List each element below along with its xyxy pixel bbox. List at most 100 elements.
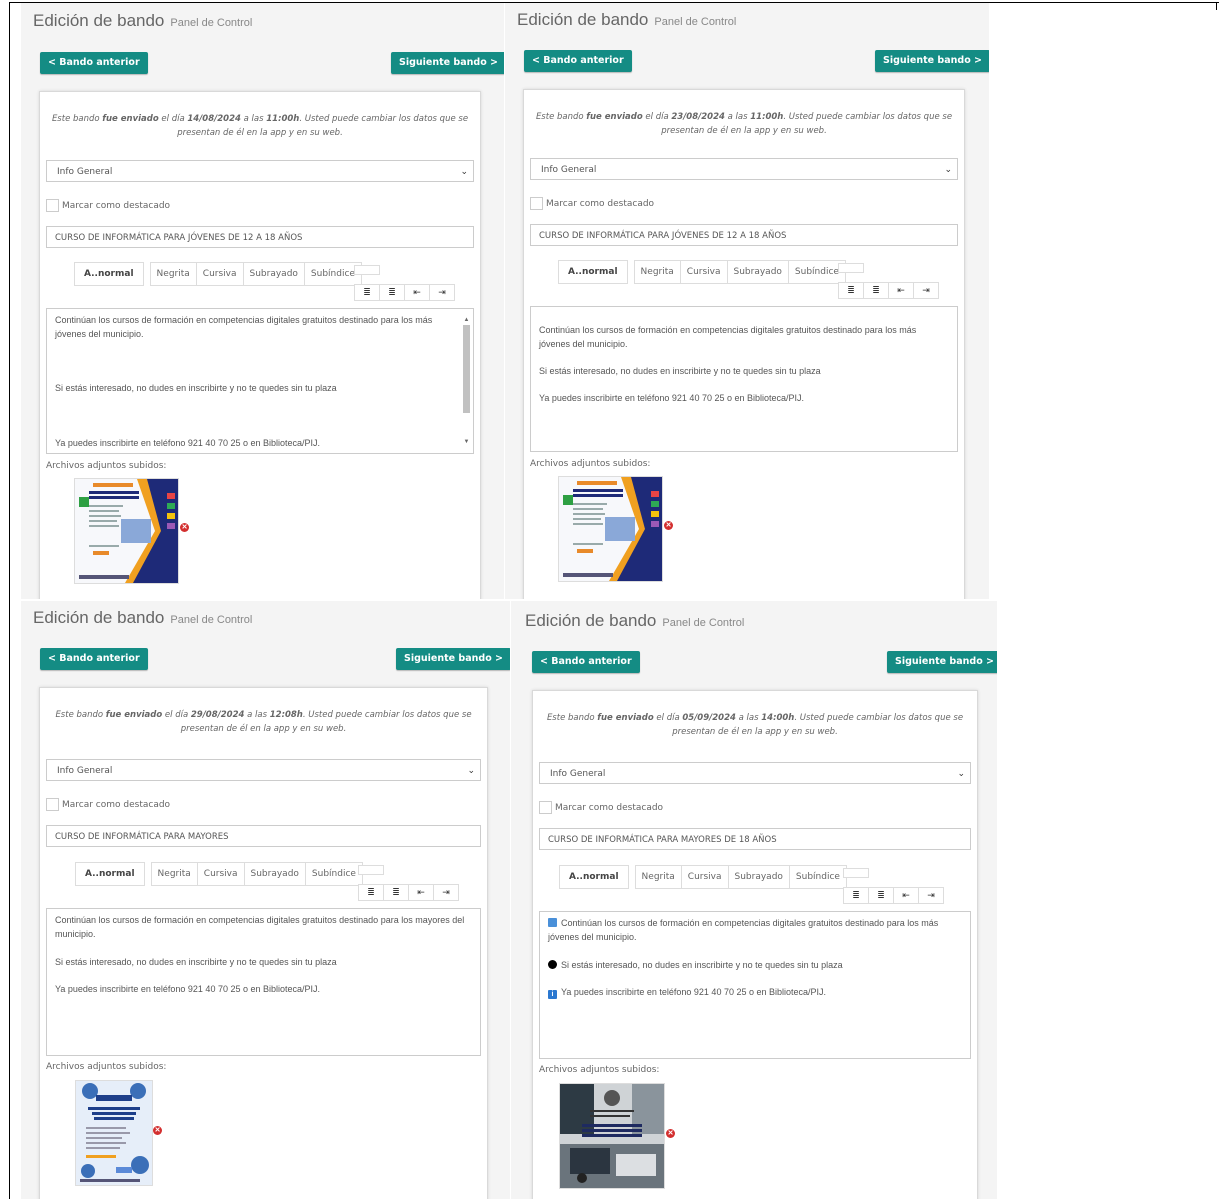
bold-button[interactable]: Negrita <box>150 862 198 886</box>
underline-button[interactable]: Subrayado <box>242 262 305 286</box>
font-size-dropdown[interactable]: A..normal <box>558 260 628 284</box>
color-picker-button[interactable] <box>843 868 869 878</box>
page-title: Edición de bando <box>33 608 165 627</box>
attachments-label: Archivos adjuntos subidos: <box>46 461 167 471</box>
category-select[interactable]: Info General ⌄ <box>530 158 958 180</box>
color-picker-button[interactable] <box>358 865 384 875</box>
bold-button[interactable]: Negrita <box>149 262 197 286</box>
featured-checkbox-row[interactable]: Marcar como destacado <box>539 801 663 814</box>
underline-button[interactable]: Subrayado <box>243 862 306 886</box>
next-bando-button[interactable]: Siguiente bando > <box>875 50 989 72</box>
remove-attachment-icon[interactable]: ✕ <box>666 1129 675 1138</box>
underline-button[interactable]: Subrayado <box>726 260 789 284</box>
subscript-button[interactable]: Subíndice <box>788 865 847 889</box>
bold-button[interactable]: Negrita <box>633 260 681 284</box>
outdent-icon[interactable]: ⇤ <box>893 887 919 904</box>
italic-button[interactable]: Cursiva <box>679 260 728 284</box>
featured-checkbox-row[interactable]: Marcar como destacado <box>46 798 170 811</box>
scroll-thumb[interactable] <box>463 325 470 413</box>
body-paragraph: Ya puedes inscribirte en teléfono 921 40… <box>55 438 321 448</box>
chevron-down-icon: ⌄ <box>467 766 475 776</box>
info-icon: i <box>548 990 557 999</box>
frame-left-border <box>9 2 10 1199</box>
featured-checkbox-row[interactable]: Marcar como destacado <box>530 197 654 210</box>
indent-icon[interactable]: ⇥ <box>913 282 939 299</box>
next-bando-button[interactable]: Siguiente bando > <box>887 651 997 673</box>
italic-button[interactable]: Cursiva <box>196 862 245 886</box>
unordered-list-icon[interactable]: ≣ <box>843 887 869 904</box>
category-select[interactable]: Info General ⌄ <box>46 759 481 781</box>
editor-scrollbar[interactable]: ▲ ▼ <box>462 313 471 449</box>
category-select[interactable]: Info General ⌄ <box>46 160 474 182</box>
next-bando-button[interactable]: Siguiente bando > <box>396 648 510 670</box>
featured-checkbox[interactable] <box>530 197 543 210</box>
body-editor[interactable]: Continúan los cursos de formación en com… <box>539 911 971 1059</box>
italic-button[interactable]: Cursiva <box>680 865 729 889</box>
featured-label: Marcar como destacado <box>62 201 171 211</box>
body-editor[interactable]: Continúan los cursos de formación en com… <box>530 306 958 452</box>
prev-bando-button[interactable]: < Bando anterior <box>532 651 640 673</box>
category-select[interactable]: Info General ⌄ <box>539 762 971 784</box>
prev-bando-button[interactable]: < Bando anterior <box>40 648 148 670</box>
scroll-down-arrow-icon[interactable]: ▼ <box>462 435 471 449</box>
unordered-list-icon[interactable]: ≣ <box>354 284 380 301</box>
ordered-list-icon[interactable]: ≣ <box>863 282 889 299</box>
prev-bando-button[interactable]: < Bando anterior <box>524 50 632 72</box>
sent-notice: Este bando fue enviado el día 29/08/2024… <box>55 710 472 734</box>
attachment-thumbnail[interactable] <box>74 478 179 584</box>
bando-title-input[interactable]: CURSO DE INFORMÁTICA PARA JÓVENES DE 12 … <box>46 226 474 248</box>
indent-icon[interactable]: ⇥ <box>433 884 459 901</box>
font-size-dropdown[interactable]: A..normal <box>559 865 629 889</box>
bando-title-input[interactable]: CURSO DE INFORMÁTICA PARA MAYORES DE 18 … <box>539 828 971 850</box>
sent-notice: Este bando fue enviado el día 05/09/2024… <box>546 713 964 737</box>
attachment-thumbnail[interactable] <box>75 1080 153 1186</box>
poster-image <box>75 479 178 583</box>
attachment-thumbnail[interactable] <box>559 1083 665 1189</box>
bando-panel-1: Edición de bando Panel de Control < Bando… <box>21 3 504 599</box>
outdent-icon[interactable]: ⇤ <box>408 884 434 901</box>
bando-form-card: Este bando fue enviado el día 23/08/2024… <box>523 89 965 599</box>
font-size-dropdown[interactable]: A..normal <box>75 862 145 886</box>
body-paragraph: Si estás interesado, no dudes en inscrib… <box>548 958 956 972</box>
featured-checkbox[interactable] <box>46 798 59 811</box>
body-paragraph: Si estás interesado, no dudes en inscrib… <box>539 366 821 376</box>
remove-attachment-icon[interactable]: ✕ <box>664 521 673 530</box>
ordered-list-icon[interactable]: ≣ <box>868 887 894 904</box>
color-picker-button[interactable] <box>838 263 864 273</box>
remove-attachment-icon[interactable]: ✕ <box>180 523 189 532</box>
body-editor[interactable]: Continúan los cursos de formación en com… <box>46 308 474 454</box>
unordered-list-icon[interactable]: ≣ <box>838 282 864 299</box>
bold-button[interactable]: Negrita <box>634 865 682 889</box>
ordered-list-icon[interactable]: ≣ <box>383 884 409 901</box>
attachments-label: Archivos adjuntos subidos: <box>530 459 651 469</box>
poster-image <box>76 1081 152 1185</box>
featured-checkbox-row[interactable]: Marcar como destacado <box>46 199 170 212</box>
laptop-icon <box>548 918 557 927</box>
bando-form-card: Este bando fue enviado el día 14/08/2024… <box>39 91 481 599</box>
bando-title-input[interactable]: CURSO DE INFORMÁTICA PARA MAYORES <box>46 825 481 847</box>
font-size-dropdown[interactable]: A..normal <box>74 262 144 286</box>
outdent-icon[interactable]: ⇤ <box>404 284 430 301</box>
subscript-button[interactable]: Subíndice <box>304 862 363 886</box>
featured-label: Marcar como destacado <box>62 800 171 810</box>
page-subtitle: Panel de Control <box>170 17 253 29</box>
italic-button[interactable]: Cursiva <box>195 262 244 286</box>
page-subtitle: Panel de Control <box>662 617 745 629</box>
underline-button[interactable]: Subrayado <box>727 865 790 889</box>
featured-checkbox[interactable] <box>539 801 552 814</box>
color-picker-button[interactable] <box>354 265 380 275</box>
page-title: Edición de bando <box>33 11 165 30</box>
featured-checkbox[interactable] <box>46 199 59 212</box>
indent-icon[interactable]: ⇥ <box>918 887 944 904</box>
body-editor[interactable]: Continúan los cursos de formación en com… <box>46 908 481 1056</box>
outdent-icon[interactable]: ⇤ <box>888 282 914 299</box>
unordered-list-icon[interactable]: ≣ <box>358 884 384 901</box>
prev-bando-button[interactable]: < Bando anterior <box>40 52 148 74</box>
bando-title-input[interactable]: CURSO DE INFORMÁTICA PARA JÓVENES DE 12 … <box>530 224 958 246</box>
body-paragraph: Si estás interesado, no dudes en inscrib… <box>55 383 337 393</box>
ordered-list-icon[interactable]: ≣ <box>379 284 405 301</box>
attachment-thumbnail[interactable] <box>558 476 663 582</box>
indent-icon[interactable]: ⇥ <box>429 284 455 301</box>
next-bando-button[interactable]: Siguiente bando > <box>391 52 504 74</box>
remove-attachment-icon[interactable]: ✕ <box>153 1126 162 1135</box>
